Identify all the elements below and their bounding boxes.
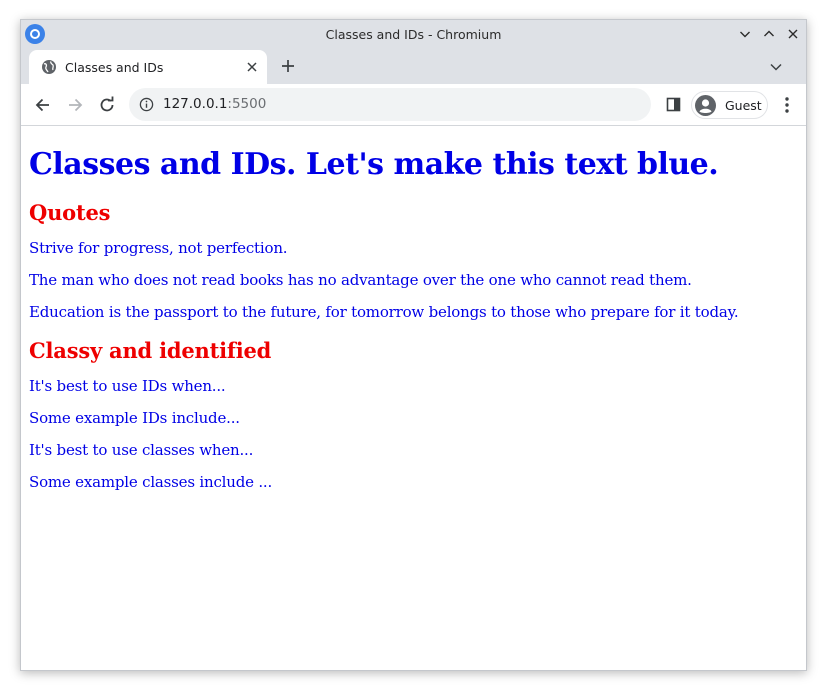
plus-icon[interactable] (280, 58, 296, 74)
address-bar[interactable]: 127.0.0.1:5500 (129, 88, 651, 121)
arrow-right-icon[interactable] (65, 95, 85, 115)
close-icon (788, 29, 798, 39)
quote-item: Strive for progress, not perfection. (29, 239, 288, 257)
page-content: Classes and IDs. Let's make this text bl… (21, 126, 806, 670)
tab-classes-and-ids[interactable]: Classes and IDs (29, 50, 267, 84)
chevron-down-icon (740, 31, 750, 38)
classy-item: Some example IDs include... (29, 409, 240, 427)
close-icon[interactable] (245, 60, 259, 74)
quote-item: The man who does not read books has no a… (29, 271, 692, 289)
quotes-heading: Quotes (29, 200, 111, 225)
reload-icon[interactable] (97, 95, 117, 115)
tab-strip: Classes and IDs (21, 48, 806, 84)
avatar-icon (695, 95, 716, 116)
quote-item: Education is the passport to the future,… (29, 303, 739, 321)
classy-heading: Classy and identified (29, 338, 272, 363)
side-panel-icon[interactable] (666, 97, 681, 112)
classy-item: It's best to use classes when... (29, 441, 254, 459)
kebab-menu-icon[interactable] (780, 96, 794, 114)
classy-item: It's best to use IDs when... (29, 377, 226, 395)
classy-item: Some example classes include ... (29, 473, 273, 491)
close-window-button[interactable] (783, 24, 803, 44)
browser-toolbar: 127.0.0.1:5500 Guest (21, 84, 806, 126)
profile-label: Guest (725, 98, 762, 113)
maximize-button[interactable] (759, 24, 779, 44)
arrow-left-icon[interactable] (33, 95, 53, 115)
window-title: Classes and IDs - Chromium (325, 27, 502, 42)
profile-button[interactable]: Guest (691, 91, 768, 119)
url-text: 127.0.0.1:5500 (163, 96, 266, 112)
globe-icon (42, 60, 56, 74)
title-bar: Classes and IDs - Chromium (21, 20, 806, 48)
minimize-button[interactable] (735, 24, 755, 44)
url-host: 127.0.0.1 (163, 96, 228, 112)
browser-window: Classes and IDs - Chromium Classes and I… (20, 19, 807, 671)
chevron-down-icon[interactable] (769, 60, 783, 74)
url-port: :5500 (227, 96, 267, 112)
tab-title: Classes and IDs (65, 60, 164, 75)
page-heading: Classes and IDs. Let's make this text bl… (29, 147, 719, 182)
info-icon[interactable] (139, 97, 154, 112)
chevron-up-icon (764, 30, 774, 37)
